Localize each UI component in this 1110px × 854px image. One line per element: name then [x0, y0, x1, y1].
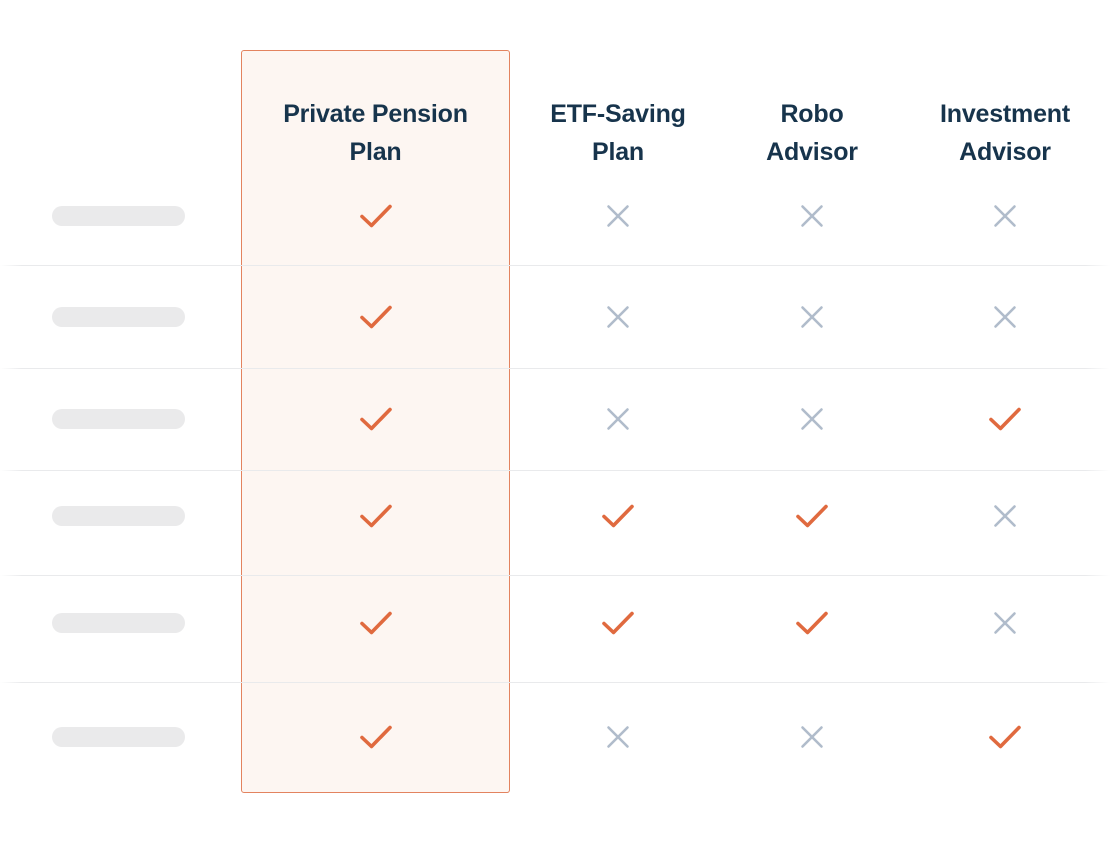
cross-icon — [512, 403, 724, 435]
table-body — [0, 0, 1110, 854]
row-label-placeholder — [52, 409, 185, 429]
cross-icon — [512, 301, 724, 333]
check-icon — [241, 301, 510, 333]
skeleton-bar — [52, 506, 185, 526]
row-divider — [0, 682, 1110, 683]
check-icon — [512, 607, 724, 639]
skeleton-bar — [52, 307, 185, 327]
row-label-placeholder — [52, 613, 185, 633]
cross-icon — [512, 721, 724, 753]
cross-icon — [900, 607, 1110, 639]
row-divider — [0, 575, 1110, 576]
check-icon — [900, 721, 1110, 753]
skeleton-bar — [52, 206, 185, 226]
check-icon — [900, 403, 1110, 435]
row-label-placeholder — [52, 206, 185, 226]
check-icon — [724, 607, 900, 639]
skeleton-bar — [52, 409, 185, 429]
row-label-placeholder — [52, 727, 185, 747]
skeleton-bar — [52, 727, 185, 747]
cross-icon — [724, 301, 900, 333]
cross-icon — [900, 301, 1110, 333]
row-divider — [0, 265, 1110, 266]
row-label-placeholder — [52, 307, 185, 327]
check-icon — [241, 721, 510, 753]
check-icon — [512, 500, 724, 532]
check-icon — [241, 200, 510, 232]
cross-icon — [900, 200, 1110, 232]
check-icon — [241, 607, 510, 639]
cross-icon — [724, 721, 900, 753]
cross-icon — [900, 500, 1110, 532]
cross-icon — [724, 403, 900, 435]
row-divider — [0, 368, 1110, 369]
cross-icon — [724, 200, 900, 232]
row-label-placeholder — [52, 506, 185, 526]
check-icon — [724, 500, 900, 532]
skeleton-bar — [52, 613, 185, 633]
check-icon — [241, 403, 510, 435]
check-icon — [241, 500, 510, 532]
cross-icon — [512, 200, 724, 232]
comparison-table: Private Pension Plan ETF-Saving Plan Rob… — [0, 0, 1110, 854]
row-divider — [0, 470, 1110, 471]
